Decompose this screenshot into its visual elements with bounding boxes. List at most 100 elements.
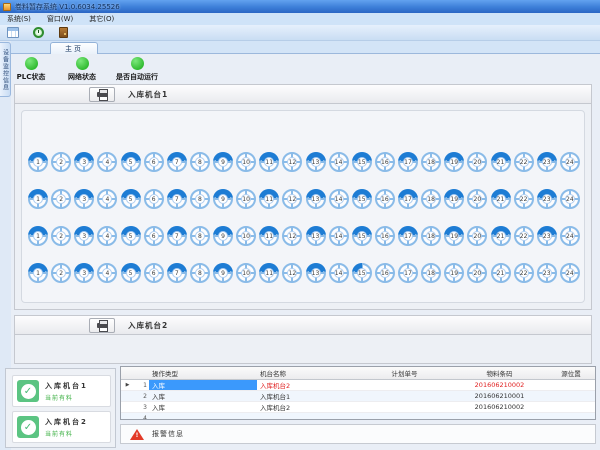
coil-slot-1-7: 7: [167, 152, 187, 172]
menu-window[interactable]: 窗口(W): [47, 14, 73, 24]
row-number: 4: [134, 413, 149, 420]
machine1-panel: 1234567891011121314151617181920212223241…: [14, 104, 592, 310]
table-row[interactable]: 3 入库 入库机台2 201606210002: [121, 402, 595, 413]
title-bar[interactable]: 卷料暂存系统 V1.0.6034.25526: [0, 0, 600, 13]
coil-slot-1-1: 1: [28, 152, 48, 172]
machine-cards-panel: ✓ 入库机台1 当前有料 ✓ 入库机台2 当前有料: [5, 368, 116, 448]
cell-barcode[interactable]: 201606210002: [452, 402, 547, 412]
coil-slot-4-20: 20: [467, 263, 487, 283]
coil-slot-3-7: 7: [167, 226, 187, 246]
coil-slot-3-4: 4: [97, 226, 117, 246]
header-src-location[interactable]: 源位置: [547, 367, 595, 379]
machine2-header: 入库机台2: [14, 315, 592, 335]
cell-machine[interactable]: 入库机台1: [257, 391, 357, 401]
header-op-type[interactable]: 操作类型: [149, 367, 257, 379]
tab-home[interactable]: 主页: [50, 42, 98, 54]
machine2-card-title: 入库机台2: [45, 417, 88, 427]
cell-src[interactable]: [547, 402, 595, 412]
coil-slot-1-11: 11: [259, 152, 279, 172]
table-row[interactable]: ▶ 1 入库 入库机台2 201606210002: [121, 380, 595, 391]
coil-slot-4-14: 14: [329, 263, 349, 283]
machine1-print-button[interactable]: [89, 87, 115, 102]
cell-barcode[interactable]: [452, 413, 547, 420]
coil-slot-4-21: 21: [491, 263, 511, 283]
menu-system[interactable]: 系统(S): [7, 14, 31, 24]
cell-src[interactable]: [547, 391, 595, 401]
cell-src[interactable]: [547, 380, 595, 390]
coil-slot-1-4: 4: [97, 152, 117, 172]
machine2-print-button[interactable]: [89, 318, 115, 333]
coil-slot-1-9: 9: [213, 152, 233, 172]
coil-slot-4-4: 4: [97, 263, 117, 283]
row-indicator: [121, 391, 134, 401]
coil-slot-2-3: 3: [74, 189, 94, 209]
coil-slot-3-19: 19: [444, 226, 464, 246]
coil-slot-4-1: 1: [28, 263, 48, 283]
coil-slot-4-12: 12: [282, 263, 302, 283]
coil-slot-4-7: 7: [167, 263, 187, 283]
coil-slot-3-6: 6: [144, 226, 164, 246]
status-network: 网络状态: [65, 57, 99, 82]
cell-plan[interactable]: [357, 380, 452, 390]
row-indicator: ▶: [121, 380, 134, 390]
coil-slot-1-24: 24: [560, 152, 580, 172]
cell-machine[interactable]: 入库机台2: [257, 402, 357, 412]
header-plan-no[interactable]: 计划单号: [357, 367, 452, 379]
cell-plan[interactable]: [357, 413, 452, 420]
cell-op[interactable]: 入库: [149, 380, 257, 390]
menu-other[interactable]: 其它(O): [89, 14, 114, 24]
coil-slot-2-21: 21: [491, 189, 511, 209]
app-icon: [3, 3, 11, 11]
coil-slot-1-3: 3: [74, 152, 94, 172]
header-machine-name[interactable]: 机台名称: [257, 367, 357, 379]
header-barcode[interactable]: 物料条码: [452, 367, 547, 379]
machine1-card[interactable]: ✓ 入库机台1 当前有料: [12, 375, 111, 407]
machine2-card[interactable]: ✓ 入库机台2 当前有料: [12, 411, 111, 443]
slot-row-2: 123456789101112131415161718192021222324: [28, 189, 580, 209]
cell-op[interactable]: 入库: [149, 391, 257, 401]
coil-slot-3-17: 17: [398, 226, 418, 246]
coil-slot-4-9: 9: [213, 263, 233, 283]
coil-slot-2-18: 18: [421, 189, 441, 209]
task-table-header: 操作类型 机台名称 计划单号 物料条码 源位置: [121, 367, 595, 380]
coil-slot-3-22: 22: [514, 226, 534, 246]
coil-slot-2-23: 23: [537, 189, 557, 209]
coil-slot-4-17: 17: [398, 263, 418, 283]
coil-slot-3-20: 20: [467, 226, 487, 246]
cell-plan[interactable]: [357, 391, 452, 401]
coil-slot-3-11: 11: [259, 226, 279, 246]
cell-src[interactable]: [547, 413, 595, 420]
coil-slot-4-15: 15: [352, 263, 372, 283]
coil-slot-2-24: 24: [560, 189, 580, 209]
cell-machine[interactable]: [257, 413, 357, 420]
coil-slot-2-8: 8: [190, 189, 210, 209]
status-row: PLC状态 网络状态 是否自动运行: [14, 57, 158, 82]
table-row[interactable]: 4: [121, 413, 595, 420]
coil-slot-1-6: 6: [144, 152, 164, 172]
plc-status-label: PLC状态: [17, 72, 46, 82]
calendar-button[interactable]: [6, 26, 20, 39]
alarm-bar[interactable]: ! 报警信息: [120, 424, 596, 444]
coil-slot-2-14: 14: [329, 189, 349, 209]
exit-button[interactable]: [56, 26, 70, 39]
coil-slot-1-10: 10: [236, 152, 256, 172]
header-indicator: [121, 367, 134, 379]
coil-slot-3-3: 3: [74, 226, 94, 246]
coil-slot-4-6: 6: [144, 263, 164, 283]
cell-op[interactable]: 入库: [149, 402, 257, 412]
side-dock-tab[interactable]: 设备监控信息: [0, 42, 11, 97]
coil-slot-2-12: 12: [282, 189, 302, 209]
cell-plan[interactable]: [357, 402, 452, 412]
coil-slot-3-16: 16: [375, 226, 395, 246]
coil-slot-2-6: 6: [144, 189, 164, 209]
coil-slot-4-11: 11: [259, 263, 279, 283]
cell-op[interactable]: [149, 413, 257, 420]
clock-button[interactable]: [31, 26, 45, 39]
table-row[interactable]: 2 入库 入库机台1 201606210001: [121, 391, 595, 402]
cell-barcode[interactable]: 201606210001: [452, 391, 547, 401]
cell-machine[interactable]: 入库机台2: [257, 380, 357, 390]
coil-slot-2-13: 13: [306, 189, 326, 209]
cell-barcode[interactable]: 201606210002: [452, 380, 547, 390]
coil-slot-2-2: 2: [51, 189, 71, 209]
coil-slot-3-8: 8: [190, 226, 210, 246]
